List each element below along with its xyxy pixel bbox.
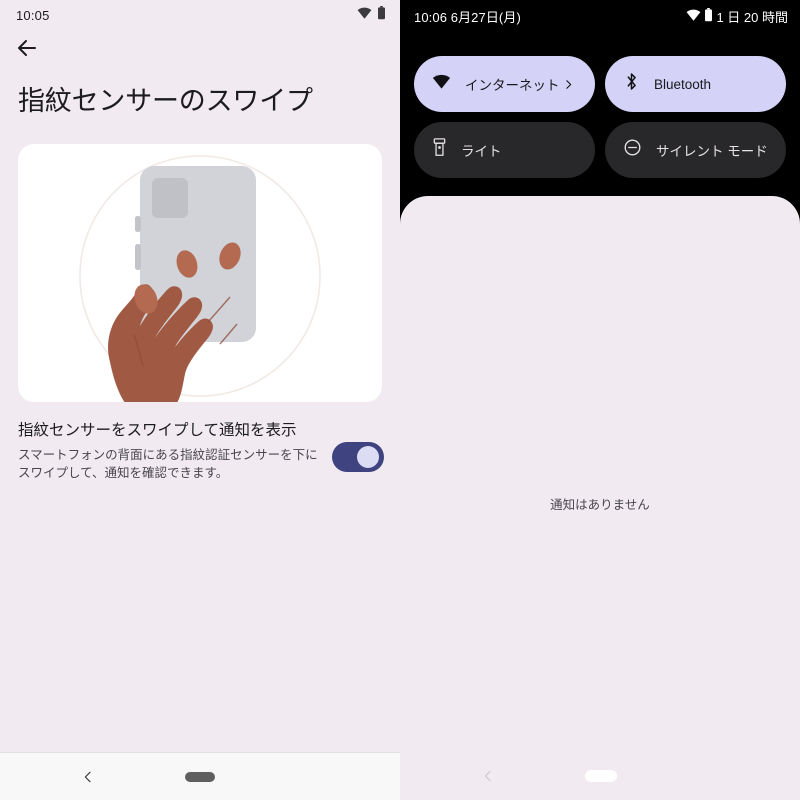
no-notifications-label: 通知はありません <box>550 498 650 512</box>
qs-tile-bluetooth[interactable]: Bluetooth <box>605 56 786 112</box>
setting-description: スマートフォンの背面にある指紋認証センサーを下にスワイプして、通知を確認できます… <box>18 448 318 480</box>
wifi-icon <box>357 6 372 24</box>
notification-shade-screen: 10:06 6月27日(月) 1 日 20 時間 インターネット Bluetoo… <box>400 0 800 800</box>
setting-texts: 指紋センサーをスワイプして通知を表示 スマートフォンの背面にある指紋認証センサー… <box>18 420 324 482</box>
battery-icon <box>377 5 386 25</box>
qs-tile-flashlight[interactable]: ライト <box>414 122 595 178</box>
chevron-right-icon[interactable] <box>562 78 575 91</box>
status-clock-date: 10:06 6月27日(月) <box>414 9 521 25</box>
settings-screen: 10:05 指紋センサーのスワイプ 指紋センサーをスワイプして通知を表示 スマー… <box>0 0 400 800</box>
do-not-disturb-icon <box>623 138 642 162</box>
battery-remaining-label: 1 日 20 時間 <box>716 9 788 25</box>
status-bar-left: 10:05 <box>0 0 400 30</box>
arrow-left-icon[interactable] <box>15 36 39 65</box>
swipe-fingerprint-setting-row[interactable]: 指紋センサーをスワイプして通知を表示 スマートフォンの背面にある指紋認証センサー… <box>0 402 400 482</box>
bluetooth-icon <box>623 72 640 96</box>
setting-title: 指紋センサーをスワイプして通知を表示 <box>18 422 297 439</box>
navigation-bar-left <box>0 752 400 800</box>
qs-tile-flashlight-label: ライト <box>461 144 502 159</box>
toggle-thumb <box>357 446 379 468</box>
flashlight-icon <box>432 138 447 162</box>
battery-icon <box>704 7 713 25</box>
wifi-icon <box>432 74 451 94</box>
status-icons: 1 日 20 時間 <box>686 7 788 26</box>
status-bar-right: 10:06 6月27日(月) 1 日 20 時間 <box>400 0 800 32</box>
quick-settings-grid: インターネット Bluetooth ライト サイレント モード <box>400 32 800 178</box>
home-pill[interactable] <box>185 771 215 782</box>
fingerprint-swipe-illustration <box>18 144 382 402</box>
chevron-left-icon[interactable] <box>80 769 96 785</box>
status-icons <box>357 5 386 25</box>
qs-tile-silent-mode-label: サイレント モード <box>656 144 768 159</box>
page-title: 指紋センサーのスワイプ <box>18 86 313 116</box>
qs-tile-bluetooth-label: Bluetooth <box>654 76 712 92</box>
home-pill[interactable] <box>585 770 617 782</box>
dual-screenshot-container: 10:05 指紋センサーのスワイプ 指紋センサーをスワイプして通知を表示 スマー… <box>0 0 800 800</box>
swipe-fingerprint-toggle[interactable] <box>332 442 384 472</box>
navigation-bar-right <box>400 752 800 800</box>
qs-tile-internet[interactable]: インターネット <box>414 56 595 112</box>
notification-shade-panel: 通知はありません <box>400 196 800 800</box>
wifi-icon <box>686 9 701 24</box>
chevron-left-icon[interactable] <box>480 768 496 784</box>
status-clock: 10:05 <box>16 7 50 23</box>
qs-tile-silent-mode[interactable]: サイレント モード <box>605 122 786 178</box>
top-app-bar <box>0 30 400 70</box>
qs-tile-internet-label: インターネット <box>465 78 560 93</box>
